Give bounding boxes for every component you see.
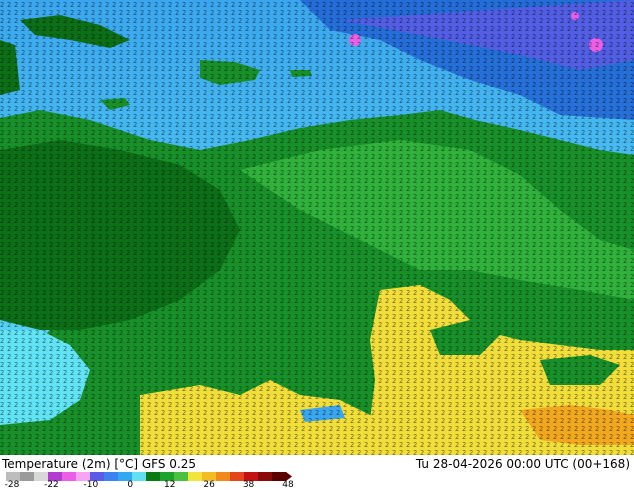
- color-scale-swatch: [188, 472, 203, 481]
- map-footer: Temperature (2m) [°C] GFS 0.25 Tu 28-04-…: [0, 455, 634, 490]
- color-scale-tick-label: -10: [83, 480, 99, 490]
- numeric-value-grid: [0, 0, 634, 455]
- color-scale-swatch: [132, 472, 147, 481]
- color-scale-tick-label: 26: [203, 480, 215, 490]
- color-scale-tick-label: 48: [282, 480, 294, 490]
- color-scale-swatch: [216, 472, 231, 481]
- color-scale-tick-label: -22: [44, 480, 59, 490]
- map-canvas: 2: [0, 0, 634, 455]
- color-scale-tick-label: -28: [4, 480, 20, 490]
- color-scale-tick-label: 0: [127, 480, 134, 490]
- temperature-map: 2: [0, 0, 634, 455]
- color-scale-swatch: [20, 472, 35, 481]
- color-scale-tick-label: 12: [163, 480, 176, 490]
- color-scale-swatch: [174, 472, 189, 481]
- color-scale-tick-label: 38: [242, 480, 255, 490]
- color-scale-swatch: [146, 472, 161, 481]
- color-scale-swatch: [104, 472, 119, 481]
- map-title: Temperature (2m) [°C] GFS 0.25: [2, 457, 197, 471]
- valid-time: Tu 28-04-2026 00:00 UTC (00+168): [415, 457, 630, 471]
- color-scale-swatch: [62, 472, 77, 481]
- color-scale-swatch: [258, 472, 273, 481]
